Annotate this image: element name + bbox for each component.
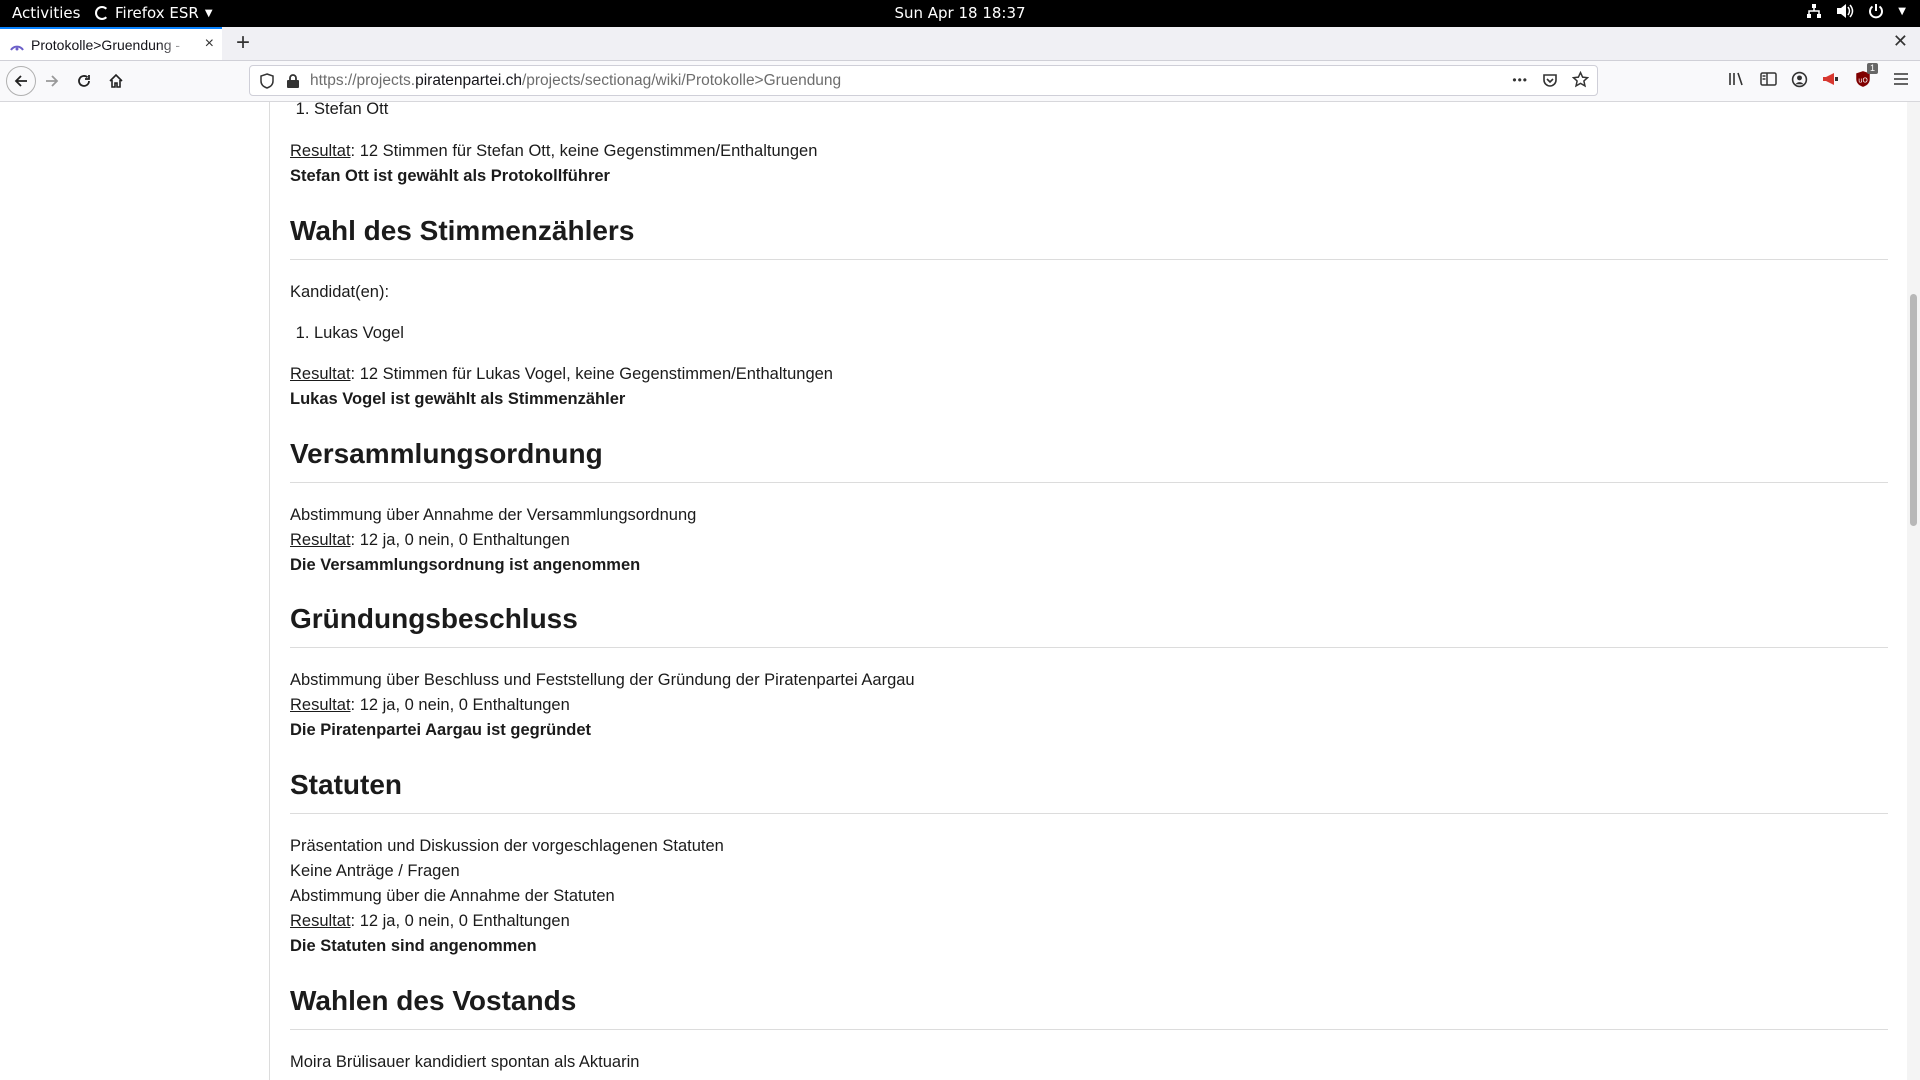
result-text: : 12 Stimmen für Lukas Vogel, keine Gege… xyxy=(350,365,833,383)
page-favicon-icon xyxy=(10,45,24,51)
sidebar-divider xyxy=(269,102,270,1080)
result-link[interactable]: Resultat xyxy=(290,531,351,549)
url-path: /projects/sectionag/wiki/Protokolle>Grue… xyxy=(521,72,842,89)
reload-icon xyxy=(78,75,90,87)
outcome-line: Stefan Ott ist gewählt als Protokollführ… xyxy=(290,166,1888,187)
reload-button[interactable] xyxy=(70,67,98,95)
outcome-line: Die Statuten sind angenommen xyxy=(290,936,1888,957)
megaphone-extension-icon[interactable] xyxy=(1822,71,1840,87)
chevron-down-icon: ▼ xyxy=(1898,5,1906,17)
outcome-line: Die Piratenpartei Aargau ist gegründet xyxy=(290,720,1888,741)
library-icon[interactable] xyxy=(1728,71,1746,87)
close-tab-icon[interactable]: × xyxy=(205,35,214,53)
home-button[interactable] xyxy=(102,67,130,95)
section-heading: Gründungsbeschluss xyxy=(290,602,1888,648)
result-text: : 12 Stimmen für Stefan Ott, keine Gegen… xyxy=(350,142,818,160)
arrow-right-icon xyxy=(46,75,59,87)
power-icon xyxy=(1869,4,1884,19)
list-item: Lukas Vogel xyxy=(314,323,1888,344)
page-scrollbar[interactable] xyxy=(1907,102,1920,1080)
paragraph: Präsentation und Diskussion der vorgesch… xyxy=(290,837,724,855)
section-heading: Statuten xyxy=(290,768,1888,814)
url-host: piratenpartei.ch xyxy=(415,72,522,89)
toolbar-right: uO 1 xyxy=(1728,63,1910,88)
network-icon xyxy=(1807,4,1822,18)
result-line: Resultat: 12 ja, 0 nein, 0 Enthaltungen xyxy=(290,911,1888,932)
lock-icon[interactable] xyxy=(286,73,300,89)
bookmark-star-icon[interactable] xyxy=(1572,71,1589,88)
result-text: : 12 ja, 0 nein, 0 Enthaltungen xyxy=(350,531,570,549)
page-actions-menu-icon[interactable]: ••• xyxy=(1512,73,1528,87)
paragraph: Kandidat(en): xyxy=(290,283,390,301)
list-item: Stefan Ott xyxy=(314,102,1888,120)
tab-title: Protokolle>Gruendung - xyxy=(31,36,181,53)
clock[interactable]: Sun Apr 18 18:37 xyxy=(0,4,1920,22)
arrow-left-icon xyxy=(14,75,27,87)
result-line: Resultat: 12 ja, 0 nein, 0 Enthaltungen xyxy=(290,530,1888,551)
hamburger-menu-icon[interactable] xyxy=(1892,71,1910,87)
outcome-text: Die Versammlungsordnung ist angenommen xyxy=(290,556,641,574)
outcome-line: Lukas Vogel ist gewählt als Stimmenzähle… xyxy=(290,389,1888,410)
outcome-text: Die Piratenpartei Aargau ist gegründet xyxy=(290,721,592,739)
pocket-icon[interactable] xyxy=(1542,72,1558,88)
ublock-origin-icon[interactable]: uO 1 xyxy=(1854,63,1878,88)
result-link[interactable]: Resultat xyxy=(290,912,351,930)
new-tab-button[interactable]: + xyxy=(230,29,256,57)
paragraph: Abstimmung über Annahme der Versammlungs… xyxy=(290,506,697,524)
sidebar-icon[interactable] xyxy=(1760,71,1777,87)
result-line: Resultat: 12 ja, 0 nein, 0 Enthaltungen xyxy=(290,695,1888,716)
outcome-text: Lukas Vogel ist gewählt als Stimmenzähle… xyxy=(290,390,626,408)
tab-protokolle[interactable]: Protokolle>Gruendung - × xyxy=(0,27,222,60)
result-line: Resultat: 12 Stimmen für Stefan Ott, kei… xyxy=(290,141,1888,162)
volume-icon xyxy=(1837,4,1854,18)
forward-button[interactable] xyxy=(38,67,66,95)
close-window-icon[interactable]: ✕ xyxy=(1893,31,1908,52)
result-text: : 12 ja, 0 nein, 0 Enthaltungen xyxy=(350,912,570,930)
result-line: Resultat: 12 Stimmen für Lukas Vogel, ke… xyxy=(290,364,1888,385)
url-prefix: https://projects. xyxy=(310,72,416,89)
paragraph: Moira Brülisauer kandidiert spontan als … xyxy=(290,1053,640,1071)
system-tray[interactable]: ▼ xyxy=(1806,3,1906,19)
account-icon[interactable] xyxy=(1791,71,1808,88)
address-bar[interactable]: https://projects.piratenpartei.ch/projec… xyxy=(249,65,1598,96)
tracking-shield-icon[interactable] xyxy=(259,73,275,89)
back-button[interactable] xyxy=(6,66,36,96)
url-text[interactable]: https://projects.piratenpartei.ch/projec… xyxy=(310,72,841,90)
tab-strip: Protokolle>Gruendung - × + ✕ xyxy=(0,27,1920,61)
wiki-content: Stefan Ott Resultat: 12 Stimmen für Stef… xyxy=(290,102,1888,1073)
home-icon xyxy=(109,73,123,88)
page-content: Stefan Ott Resultat: 12 Stimmen für Stef… xyxy=(0,102,1920,1080)
result-text: : 12 ja, 0 nein, 0 Enthaltungen xyxy=(350,696,570,714)
system-top-bar: Activities Firefox ESR ▼ Sun Apr 18 18:3… xyxy=(0,0,1920,27)
scrollbar-thumb[interactable] xyxy=(1910,294,1917,526)
result-link[interactable]: Resultat xyxy=(290,365,351,383)
outcome-text: Die Statuten sind angenommen xyxy=(290,937,537,955)
result-link[interactable]: Resultat xyxy=(290,696,351,714)
ublock-count-badge: 1 xyxy=(1866,63,1878,74)
section-heading: Wahl des Stimmenzählers xyxy=(290,214,1888,260)
svg-text:uO: uO xyxy=(1858,76,1868,84)
result-link[interactable]: Resultat xyxy=(290,142,351,160)
paragraph: Abstimmung über Beschluss und Feststellu… xyxy=(290,671,915,689)
paragraph: Abstimmung über die Annahme der Statuten xyxy=(290,887,615,905)
candidate-list: Stefan Ott xyxy=(290,102,1888,120)
navigation-toolbar: https://projects.piratenpartei.ch/projec… xyxy=(0,61,1920,102)
section-heading: Versammlungsordnung xyxy=(290,437,1888,483)
outcome-text: Stefan Ott ist gewählt als Protokollführ… xyxy=(290,167,610,185)
candidate-list: Lukas Vogel xyxy=(290,323,1888,344)
section-heading: Wahlen des Vostands xyxy=(290,984,1888,1030)
outcome-line: Die Versammlungsordnung ist angenommen xyxy=(290,555,1888,576)
paragraph: Keine Anträge / Fragen xyxy=(290,862,460,880)
